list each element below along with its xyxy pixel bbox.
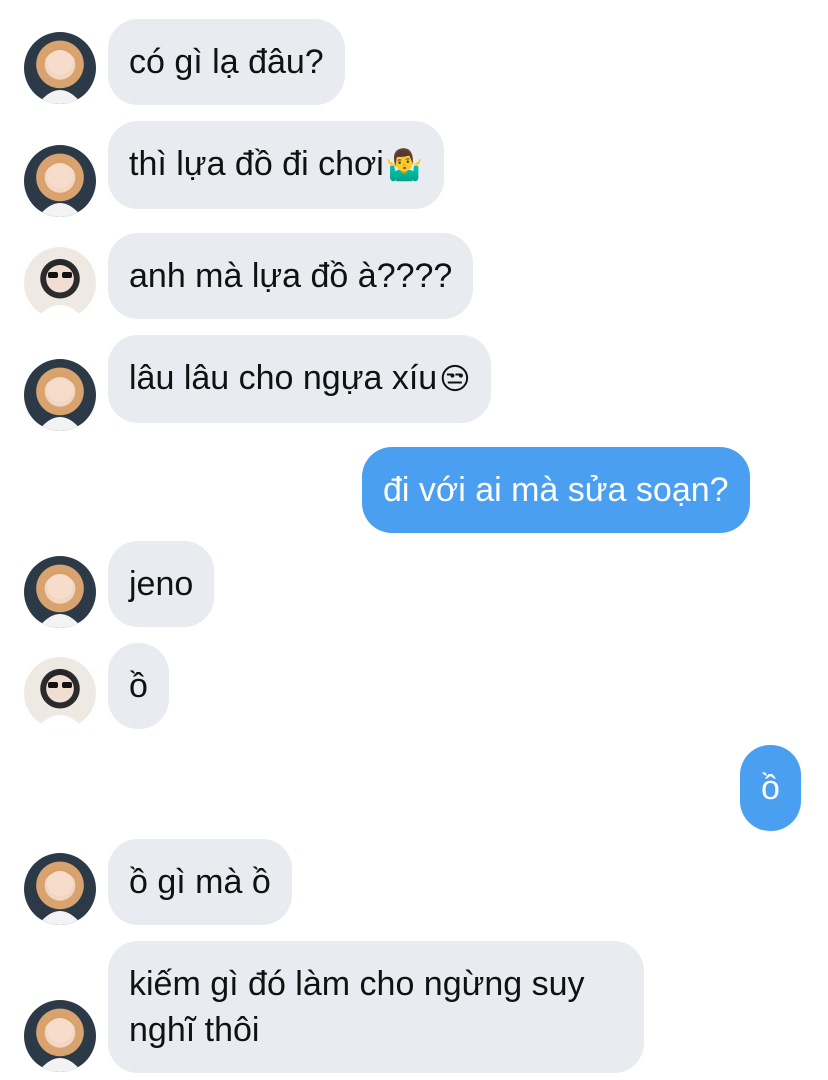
message-text: đi với ai mà sửa soạn?: [383, 471, 729, 509]
avatar-photo-icon: [36, 670, 84, 729]
message-bubble-incoming[interactable]: jeno: [108, 541, 215, 627]
message-text: ồ gì mà ồ: [129, 863, 271, 901]
message-text: có gì lạ đâu?: [129, 43, 324, 81]
avatar-photo-icon: [38, 867, 82, 925]
avatar[interactable]: [24, 247, 96, 319]
message-text: anh mà lựa đồ à????: [129, 257, 453, 295]
avatar-photo-icon: [38, 570, 82, 628]
avatar[interactable]: [24, 32, 96, 104]
message-bubble-outgoing[interactable]: đi với ai mà sửa soạn?: [362, 447, 750, 533]
chat-thread: có gì lạ đâu? thì lựa đồ đi chơi🤷‍♂️ anh…: [0, 0, 828, 1080]
unamused-emoji-icon: 😒: [439, 363, 471, 396]
avatar[interactable]: [24, 556, 96, 628]
message-bubble-incoming[interactable]: kiếm gì đó làm cho ngừng suy nghĩ thôi: [108, 941, 644, 1073]
message-bubble-incoming[interactable]: có gì lạ đâu?: [108, 19, 345, 105]
avatar-photo-icon: [38, 373, 82, 431]
message-bubble-incoming[interactable]: ồ: [108, 643, 169, 729]
avatar[interactable]: [24, 657, 96, 729]
message-text: lâu lâu cho ngựa xíu: [129, 359, 438, 397]
avatar[interactable]: [24, 1000, 96, 1072]
message-bubble-incoming[interactable]: ồ gì mà ồ: [108, 839, 292, 925]
avatar[interactable]: [24, 145, 96, 217]
message-text: kiếm gì đó làm cho ngừng suy nghĩ thôi: [129, 965, 585, 1049]
message-bubble-incoming[interactable]: lâu lâu cho ngựa xíu😒: [108, 335, 492, 423]
shrug-emoji-icon: 🤷‍♂️: [385, 149, 424, 182]
message-bubble-incoming[interactable]: anh mà lựa đồ à????: [108, 233, 474, 319]
avatar-photo-icon: [38, 159, 82, 217]
message-text: ồ: [129, 667, 148, 705]
message-bubble-outgoing[interactable]: ồ: [740, 745, 801, 831]
message-text: ồ: [761, 769, 780, 807]
avatar-photo-icon: [38, 1014, 82, 1072]
avatar[interactable]: [24, 853, 96, 925]
avatar-photo-icon: [36, 260, 84, 319]
avatar-photo-icon: [38, 46, 82, 104]
message-text: jeno: [129, 565, 194, 603]
message-text: thì lựa đồ đi chơi: [129, 145, 384, 183]
avatar[interactable]: [24, 359, 96, 431]
message-bubble-incoming[interactable]: thì lựa đồ đi chơi🤷‍♂️: [108, 121, 445, 209]
